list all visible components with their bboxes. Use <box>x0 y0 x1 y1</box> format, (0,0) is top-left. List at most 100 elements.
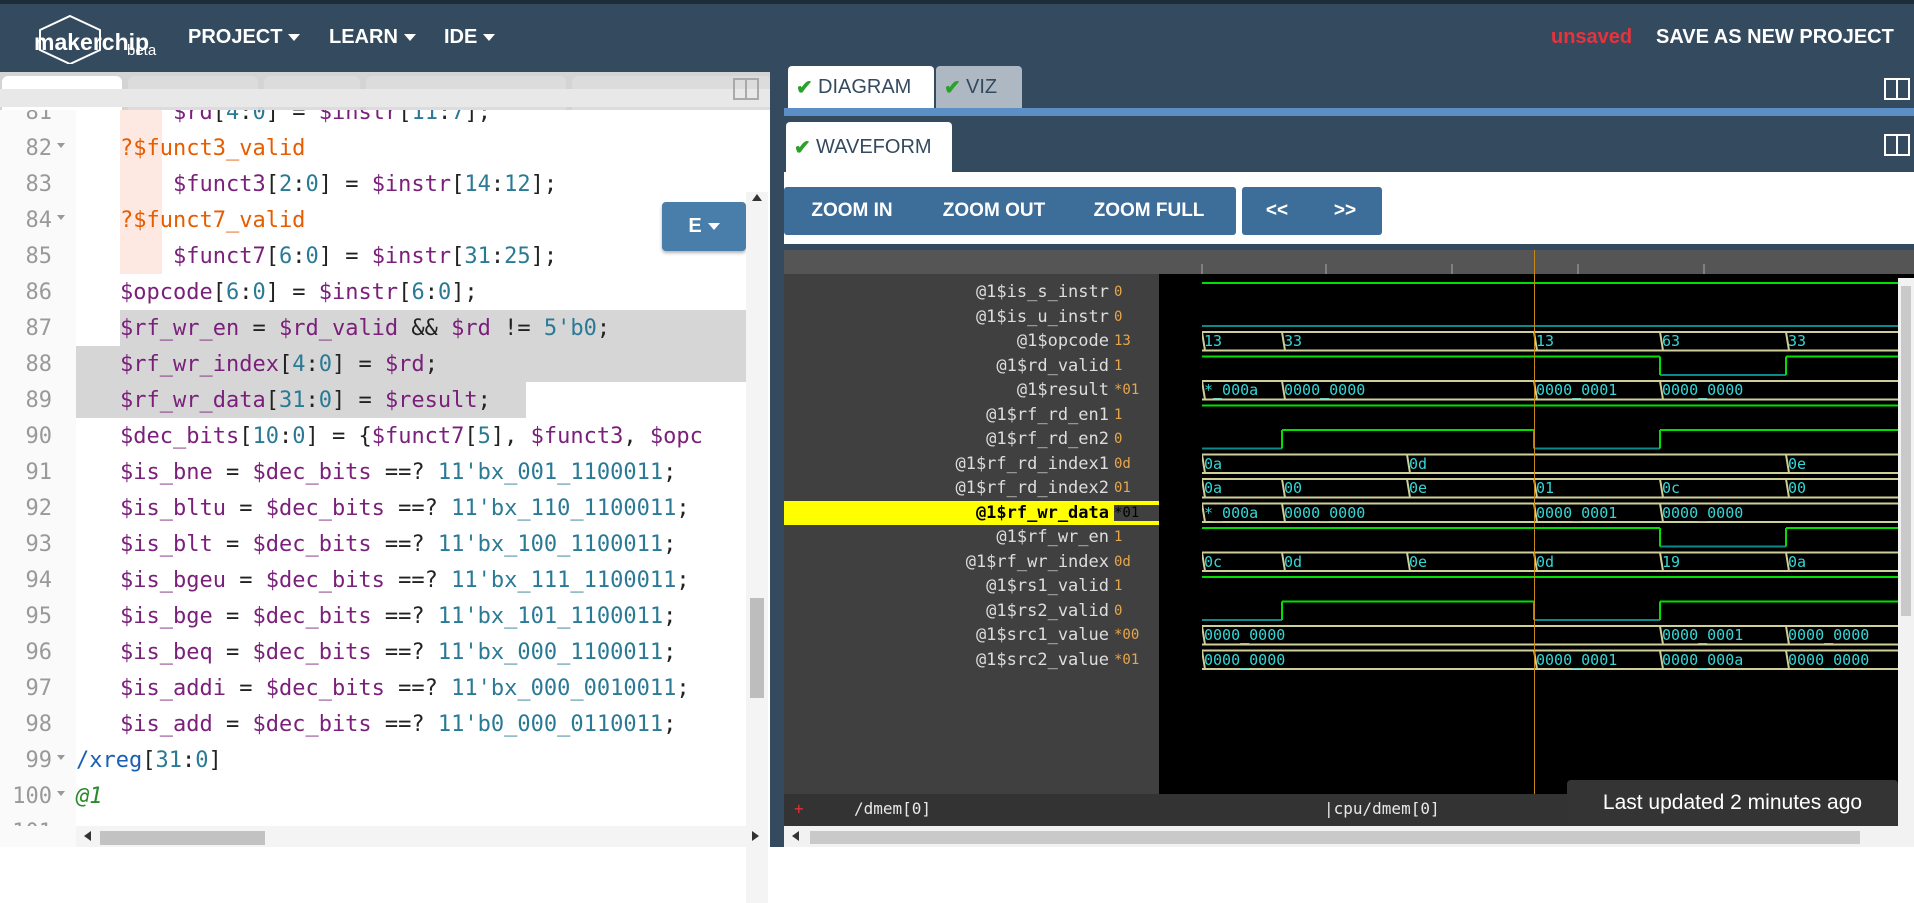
step-back-button[interactable]: << <box>1244 187 1310 235</box>
editor-horizontal-scrollbar[interactable] <box>76 826 766 847</box>
code-line: 84 ?$funct7_valid <box>0 202 746 238</box>
signal-row[interactable]: @1$is_u_instr 0 <box>784 305 1159 330</box>
save-as-new-project-button[interactable]: SAVE AS NEW PROJECT <box>1656 26 1894 49</box>
signal-row[interactable]: @1$rf_rd_index1 0d <box>784 452 1159 477</box>
scroll-thumb[interactable] <box>750 598 764 698</box>
code-token: $instr <box>318 280 399 305</box>
signal-row[interactable]: @1$rf_wr_en 1 <box>784 525 1159 550</box>
code-token: ; <box>663 460 677 485</box>
line-number: 93 <box>25 532 53 557</box>
zoom-full[interactable]: ZOOM FULL <box>1070 187 1228 235</box>
tab-waveform[interactable]: ✔ WAVEFORM <box>786 122 952 172</box>
scroll-thumb[interactable] <box>1901 286 1911 616</box>
code-token: $instr <box>318 110 399 125</box>
line-number: 81 <box>25 110 53 125</box>
expand-panel-icon[interactable] <box>733 78 759 100</box>
pane-divider[interactable] <box>770 72 784 847</box>
code-token: $rd_valid <box>278 316 399 341</box>
signal-name: @1$src2_value <box>975 649 1109 670</box>
code-token: ==? <box>371 640 438 665</box>
signal-value: 0d <box>1114 553 1131 570</box>
code-token: : <box>239 110 253 125</box>
tabs-scrollbar[interactable] <box>0 89 770 107</box>
code-token: 0 <box>305 244 319 269</box>
signal-row[interactable]: @1$rf_wr_index 0d <box>784 550 1159 575</box>
code-token: [ <box>212 110 226 125</box>
signal-row[interactable]: @1$rs2_valid 0 <box>784 599 1159 624</box>
code-token: : <box>239 280 253 305</box>
code-line: 82 ?$funct3_valid <box>0 130 746 166</box>
code-token: 11'bx_001_1100011 <box>437 460 664 485</box>
code-token: ]; <box>530 244 558 269</box>
signal-value: 01 <box>1114 480 1131 496</box>
zoom-in[interactable]: ZOOM IN <box>786 187 918 235</box>
menu-ide[interactable]: IDE <box>444 26 496 49</box>
scroll-up-icon[interactable] <box>752 194 762 201</box>
fold-caret-icon[interactable] <box>57 755 65 760</box>
e-menu-button[interactable]: E <box>662 202 746 251</box>
wave-value-label: 0000_0001 <box>1536 381 1618 399</box>
code-token: [ <box>451 244 465 269</box>
code-token: $opc <box>649 424 703 449</box>
fold-caret-icon[interactable] <box>57 791 65 796</box>
signal-row[interactable]: @1$src1_value *00 <box>784 623 1159 648</box>
wave-value-label: 0000_0000 <box>1284 503 1366 522</box>
code-token: = <box>239 316 279 341</box>
signal-row[interactable]: @1$src2_value *01 <box>784 648 1159 673</box>
code-editor[interactable]: 81 $rd[4:0] = $instr[11:7]; 82 ?$funct3_va… <box>0 110 746 826</box>
line-number: 97 <box>25 676 53 701</box>
code-token: = <box>212 640 253 665</box>
timeline-ruler[interactable] <box>784 250 1914 274</box>
waveform-horizontal-scrollbar[interactable] <box>784 826 1914 847</box>
signal-row[interactable]: @1$opcode 13 <box>784 329 1159 354</box>
code-token: 11'bx_110_1100011 <box>451 496 677 521</box>
expand-plus-icon[interactable]: + <box>794 799 804 818</box>
code-text: $funct3[2:0] = $instr[14:12]; <box>120 172 557 197</box>
editor-tabs: EDITOR NAV-TLV LOG MYTH SLIDES MYTH VIDE… <box>0 72 770 110</box>
wave-value-label: 0c <box>1204 552 1223 571</box>
waveform-vertical-scrollbar[interactable] <box>1898 278 1914 826</box>
signal-value: *01 <box>1114 504 1159 521</box>
code-token: [ <box>265 244 279 269</box>
unsaved-status: unsaved <box>1551 26 1633 48</box>
fold-caret-icon[interactable] <box>57 143 65 148</box>
signal-row[interactable]: @1$rf_wr_data *01 <box>784 500 1159 525</box>
menu-learn[interactable]: LEARN <box>329 26 416 49</box>
wave-value-label: 0a <box>1204 454 1223 473</box>
scroll-right-icon[interactable] <box>752 831 759 841</box>
code-token: [ <box>398 280 412 305</box>
editor-vertical-scrollbar[interactable] <box>746 192 768 903</box>
zoom-out[interactable]: ZOOM OUT <box>926 187 1062 235</box>
signal-row[interactable]: @1$is_s_instr 0 <box>784 280 1159 305</box>
step-forward-button[interactable]: >> <box>1312 187 1378 235</box>
code-token: : <box>305 352 319 377</box>
signal-row[interactable]: @1$rs1_valid 1 <box>784 574 1159 599</box>
signal-name: @1$is_s_instr <box>975 282 1109 302</box>
signal-row[interactable]: @1$result *01 <box>784 378 1159 403</box>
signal-row[interactable]: @1$rf_rd_en1 1 <box>784 403 1159 428</box>
signal-row[interactable]: @1$rf_rd_en2 0 <box>784 427 1159 452</box>
expand-panel-icon[interactable] <box>1884 134 1910 156</box>
code-token: [ <box>451 172 465 197</box>
fold-caret-icon[interactable] <box>57 215 65 220</box>
line-number: 90 <box>25 424 53 449</box>
code-token: $result <box>384 388 478 413</box>
diagram-divider-bar[interactable] <box>784 108 1914 116</box>
signal-row[interactable]: @1$rf_rd_index2 01 <box>784 476 1159 501</box>
menu-project[interactable]: PROJECT <box>188 26 301 49</box>
expand-panel-icon[interactable] <box>1884 78 1910 100</box>
code-token: = <box>212 712 253 737</box>
scroll-thumb[interactable] <box>100 831 265 845</box>
scroll-thumb[interactable] <box>810 831 1860 844</box>
scroll-left-icon[interactable] <box>84 831 91 841</box>
tab-viz[interactable]: ✔ VIZ <box>936 66 1022 108</box>
chevron-down-icon <box>403 34 416 42</box>
wave-value-label: 0000_0001 <box>1536 503 1618 522</box>
signal-row[interactable]: @1$rd_valid 1 <box>784 354 1159 379</box>
waveform-viewer[interactable]: @1$is_s_instr 0 @1$is_u_instr 0 @1$opcode 13 @… <box>784 250 1914 847</box>
code-line: 94 $is_bgeu = $dec_bits ==? 11'bx_111_110… <box>0 562 746 598</box>
dmem-name: /dmem[0] <box>854 799 932 818</box>
menu-learn-label: LEARN <box>329 26 398 48</box>
tab-diagram[interactable]: ✔ DIAGRAM <box>788 66 934 108</box>
scroll-left-icon[interactable] <box>792 831 799 841</box>
